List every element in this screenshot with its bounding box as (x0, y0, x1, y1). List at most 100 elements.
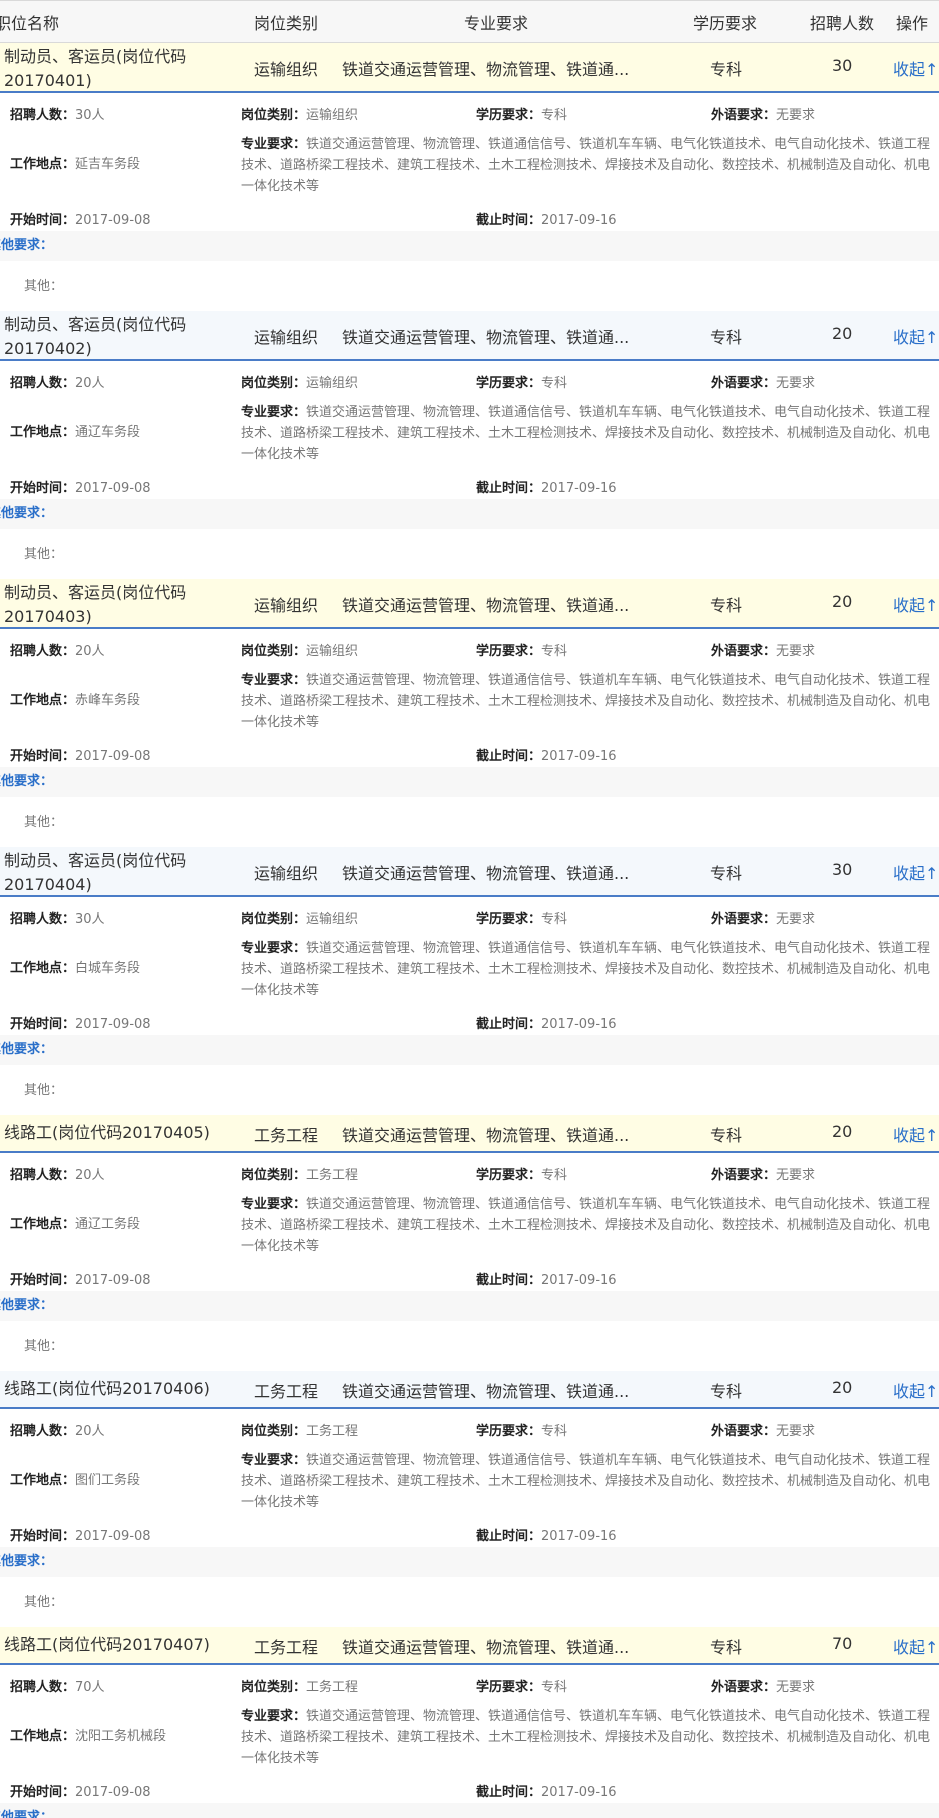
detail-location: 工作地点：赤峰车务段 (10, 693, 141, 708)
job-education: 专科 (710, 328, 743, 347)
table-header: 职位名称 岗位类别 专业要求 学历要求 招聘人数 操作 (0, 0, 939, 43)
detail-start-time: 开始时间：2017-09-08 (10, 213, 151, 228)
detail-category: 岗位类别：运输组织 (241, 376, 359, 391)
detail-education: 学历要求：专科 (476, 376, 568, 391)
detail-major: 专业要求：铁道交通运营管理、物流管理、铁道通信信号、铁道机车车辆、电气化铁道技术… (241, 405, 931, 462)
job-major-short: 铁道交通运营管理、物流管理、铁道通... (342, 1382, 630, 1401)
job-count: 20 (832, 1378, 853, 1397)
job-detail: 招聘人数：30人 岗位类别：运输组织 学历要求：专科 外语要求：无要求工作地点：白城车… (0, 897, 939, 1035)
job-count: 30 (832, 860, 853, 879)
detail-category: 岗位类别：工务工程 (241, 1424, 359, 1439)
job-category: 工务工程 (254, 1382, 319, 1401)
detail-major: 专业要求：铁道交通运营管理、物流管理、铁道通信信号、铁道机车车辆、电气化铁道技术… (241, 941, 931, 998)
other-requirements-label: 其他要求： (0, 499, 939, 529)
detail-start-time: 开始时间：2017-09-08 (10, 1273, 151, 1288)
job-summary-row[interactable]: 制动员、客运员(岗位代码20170403) 运输组织 铁道交通运营管理、物流管理、铁… (0, 579, 939, 629)
collapse-toggle-link[interactable]: 收起↑ (893, 592, 938, 616)
collapse-toggle-link[interactable]: 收起↑ (893, 1122, 938, 1146)
job-category: 工务工程 (254, 1638, 319, 1657)
job-item: 制动员、客运员(岗位代码20170404) 运输组织 铁道交通运营管理、物流管理、铁… (0, 847, 939, 1115)
job-category: 运输组织 (254, 60, 319, 79)
detail-count: 招聘人数：70人 (10, 1680, 105, 1695)
other-note: 其他： (24, 1083, 64, 1098)
collapse-toggle-link[interactable]: 收起↑ (893, 324, 938, 348)
job-count: 20 (832, 1122, 853, 1141)
job-listing-page: 职位名称 岗位类别 专业要求 学历要求 招聘人数 操作 制动员、客运员(岗位代码… (0, 0, 939, 1818)
detail-start-time: 开始时间：2017-09-08 (10, 481, 151, 496)
detail-language: 外语要求：无要求 (711, 1168, 816, 1183)
job-education: 专科 (710, 1638, 743, 1657)
job-detail: 招聘人数：20人 岗位类别：运输组织 学历要求：专科 外语要求：无要求 工作地点：赤峰车… (0, 629, 939, 767)
job-summary-row[interactable]: 制动员、客运员(岗位代码20170401) 运输组织 铁道交通运营管理、物流管理、铁… (0, 43, 939, 93)
detail-category: 岗位类别：运输组织 (241, 912, 359, 927)
detail-end-time: 截止时间：2017-09-16 (476, 1017, 617, 1032)
detail-start-time: 开始时间：2017-09-08 (10, 1785, 151, 1800)
job-name: 线路工(岗位代码20170406) (4, 1379, 210, 1398)
job-major-short: 铁道交通运营管理、物流管理、铁道通... (342, 328, 630, 347)
detail-location: 工作地点：白城车务段 (10, 961, 141, 976)
job-list: 制动员、客运员(岗位代码20170401) 运输组织 铁道交通运营管理、物流管理、铁… (0, 43, 939, 1818)
collapse-toggle-link[interactable]: 收起↑ (893, 860, 938, 884)
job-name: 制动员、客运员(岗位代码20170402) (4, 315, 187, 358)
detail-major: 专业要求：铁道交通运营管理、物流管理、铁道通信信号、铁道机车车辆、电气化铁道技术… (241, 137, 931, 194)
job-detail: 招聘人数：70人 岗位类别：工务工程 学历要求：专科 外语要求：无要求 工作地点：沈阳工… (0, 1665, 939, 1803)
job-major-short: 铁道交通运营管理、物流管理、铁道通... (342, 1638, 630, 1657)
detail-language: 外语要求：无要求 (711, 1680, 816, 1695)
detail-category: 岗位类别：工务工程 (241, 1680, 359, 1695)
job-category: 运输组织 (254, 328, 319, 347)
detail-location: 工作地点：通辽工务段 (10, 1217, 141, 1232)
other-requirements-label: 其他要求： (0, 1547, 939, 1577)
detail-end-time: 截止时间：2017-09-16 (476, 749, 617, 764)
detail-category: 岗位类别：运输组织 (241, 108, 359, 123)
detail-end-time: 截止时间：2017-09-16 (476, 213, 617, 228)
other-requirements-label: 其他要求： (0, 231, 939, 261)
job-category: 运输组织 (254, 596, 319, 615)
job-item: 制动员、客运员(岗位代码20170401) 运输组织 铁道交通运营管理、物流管理、铁… (0, 43, 939, 311)
job-count: 20 (832, 592, 853, 611)
other-note: 其他： (24, 1595, 64, 1610)
detail-location: 工作地点：延吉车务段 (10, 157, 141, 172)
detail-education: 学历要求：专科 (476, 912, 568, 927)
collapse-toggle-link[interactable]: 收起↑ (893, 56, 938, 80)
detail-count: 招聘人数：30人 (10, 912, 105, 927)
job-category: 运输组织 (254, 864, 319, 883)
detail-end-time: 截止时间：2017-09-16 (476, 1529, 617, 1544)
detail-count: 招聘人数：20人 (10, 644, 105, 659)
detail-education: 学历要求：专科 (476, 108, 568, 123)
header-count: 招聘人数 (810, 14, 875, 33)
job-major-short: 铁道交通运营管理、物流管理、铁道通... (342, 60, 630, 79)
job-count: 20 (832, 324, 853, 343)
job-summary-row[interactable]: 线路工(岗位代码20170406) 工务工程 铁道交通运营管理、物流管理、铁道通..… (0, 1371, 939, 1409)
other-requirements-label: 其他要求： (0, 1035, 939, 1065)
collapse-toggle-link[interactable]: 收起↑ (893, 1634, 938, 1658)
detail-education: 学历要求：专科 (476, 1168, 568, 1183)
job-summary-row[interactable]: 线路工(岗位代码20170407) 工务工程 铁道交通运营管理、物流管理、铁道通..… (0, 1627, 939, 1665)
detail-language: 外语要求：无要求 (711, 644, 816, 659)
job-summary-row[interactable]: 制动员、客运员(岗位代码20170404) 运输组织 铁道交通运营管理、物流管理、铁… (0, 847, 939, 897)
header-major: 专业要求 (464, 14, 529, 33)
other-note: 其他： (24, 547, 64, 562)
detail-count: 招聘人数：30人 (10, 108, 105, 123)
job-major-short: 铁道交通运营管理、物流管理、铁道通... (342, 1126, 630, 1145)
job-education: 专科 (710, 864, 743, 883)
detail-major: 专业要求：铁道交通运营管理、物流管理、铁道通信信号、铁道机车车辆、电气化铁道技术… (241, 1453, 931, 1510)
job-summary-row[interactable]: 制动员、客运员(岗位代码20170402) 运输组织 铁道交通运营管理、物流管理、铁… (0, 311, 939, 361)
detail-language: 外语要求：无要求 (711, 1424, 816, 1439)
job-major-short: 铁道交通运营管理、物流管理、铁道通... (342, 864, 630, 883)
job-item: 制动员、客运员(岗位代码20170403) 运输组织 铁道交通运营管理、物流管理、铁… (0, 579, 939, 847)
other-requirements-label: 其他要求： (0, 1803, 939, 1818)
job-summary-row[interactable]: 线路工(岗位代码20170405) 工务工程 铁道交通运营管理、物流管理、铁道通..… (0, 1115, 939, 1153)
collapse-toggle-link[interactable]: 收起↑ (893, 1378, 938, 1402)
detail-major: 专业要求：铁道交通运营管理、物流管理、铁道通信信号、铁道机车车辆、电气化铁道技术… (241, 1709, 931, 1766)
detail-education: 学历要求：专科 (476, 1424, 568, 1439)
detail-language: 外语要求：无要求 (711, 108, 816, 123)
other-requirements-label: 其他要求： (0, 1291, 939, 1321)
detail-end-time: 截止时间：2017-09-16 (476, 1273, 617, 1288)
job-education: 专科 (710, 60, 743, 79)
detail-language: 外语要求：无要求 (711, 912, 816, 927)
job-detail: 招聘人数：30人 岗位类别：运输组织 学历要求：专科 外语要求：无要求工作地点：延吉车… (0, 93, 939, 231)
detail-location: 工作地点：图们工务段 (10, 1473, 141, 1488)
header-name: 职位名称 (0, 14, 60, 33)
job-detail: 招聘人数：20人 岗位类别：工务工程 学历要求：专科 外语要求：无要求 工作地点：图们工… (0, 1409, 939, 1547)
detail-category: 岗位类别：运输组织 (241, 644, 359, 659)
